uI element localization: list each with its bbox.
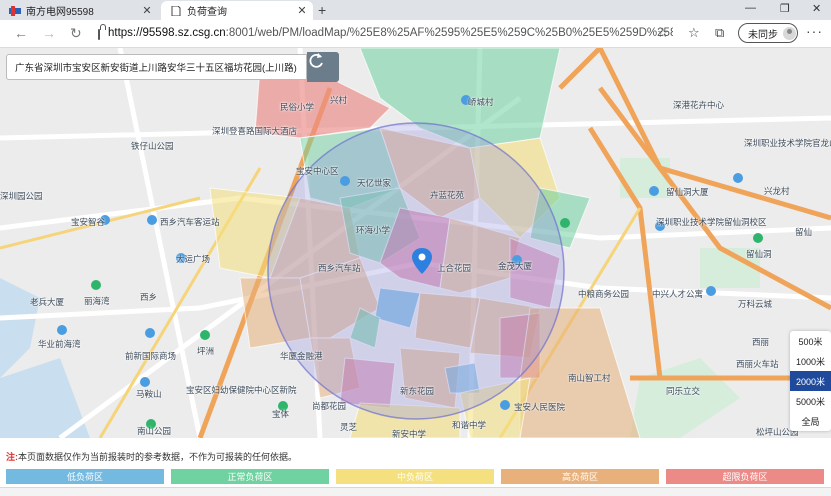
map-label: 和谐中学 bbox=[452, 420, 487, 430]
map-label: 南山公园 bbox=[137, 426, 172, 436]
map-label: 铁仔山公园 bbox=[131, 141, 174, 151]
map-label: 西乡汽车站 bbox=[318, 263, 361, 273]
map-label: 西丽火车站 bbox=[736, 359, 779, 369]
map-label: 宝安中心区 bbox=[296, 166, 339, 176]
map-label: 中粮商务公园 bbox=[578, 289, 630, 299]
map-label: 兴龙村 bbox=[764, 186, 790, 196]
address-bar-row: ← → ↻ https://95598.sz.csg.cn:8001/web/P… bbox=[0, 20, 831, 48]
scale-option-all[interactable]: 全局 bbox=[790, 411, 831, 431]
url-path: :8001/web/PM/loadMap/%25E8%25AF%2595%25E… bbox=[225, 27, 673, 39]
close-tab-icon[interactable]: ✕ bbox=[140, 4, 154, 17]
url-field[interactable]: https://95598.sz.csg.cn:8001/web/PM/load… bbox=[98, 23, 673, 43]
minimize-button[interactable]: — bbox=[745, 2, 756, 14]
tab-title: 南方电网95598 bbox=[26, 7, 94, 18]
site-favicon-icon bbox=[9, 5, 21, 16]
profile-label: 未同步 bbox=[748, 29, 778, 41]
forward-button[interactable]: → bbox=[42, 25, 56, 41]
address-search-input[interactable]: 广东省深圳市宝安区新安街道上川路安华三十五区福坊花园(上川路) bbox=[6, 54, 307, 80]
favorites-list-icon[interactable]: ☆ bbox=[688, 25, 700, 41]
map-label: 宝安人民医院 bbox=[514, 402, 566, 412]
map-label: 金茂大厦 bbox=[498, 261, 533, 271]
collections-icon[interactable]: ⧉ bbox=[715, 25, 724, 41]
map-label: 新安中学 bbox=[392, 429, 427, 438]
map-label: 华厦金融港 bbox=[280, 351, 323, 361]
map-label: 南山智工村 bbox=[568, 373, 611, 383]
note-prefix: 注: bbox=[6, 452, 18, 462]
load-map[interactable]: 民俗小学 兴村 峤城村 深港花卉中心 深圳登喜路国际大酒店 铁仔山公园 宝安中心… bbox=[0, 48, 831, 438]
map-label: 马鞍山 bbox=[136, 389, 162, 399]
map-label: 前新国际商场 bbox=[125, 351, 177, 361]
tab-95598[interactable]: 南方电网95598 ✕ bbox=[0, 1, 158, 20]
map-label: 新东花园 bbox=[400, 386, 435, 396]
disclaimer-note: 注:本页面数据仅作为当前报装时的参考数据，不作为可报装的任何依据。 bbox=[6, 450, 297, 463]
scale-option-500[interactable]: 500米 bbox=[790, 331, 831, 351]
map-label: 宝体 bbox=[272, 409, 290, 419]
map-label: 万科云城 bbox=[738, 299, 773, 309]
map-label: 深圳园公园 bbox=[0, 191, 43, 201]
map-label: 灵芝 bbox=[340, 422, 358, 432]
map-label: 西乡 bbox=[140, 292, 158, 302]
map-label: 留仙 bbox=[795, 227, 813, 237]
maximize-button[interactable]: ❐ bbox=[780, 2, 790, 15]
map-label: 留仙洞大厦 bbox=[666, 187, 709, 197]
legend-over-load: 超限负荷区 bbox=[666, 469, 824, 484]
map-label: 宝安智谷 bbox=[71, 217, 106, 227]
note-text: 本页面数据仅作为当前报装时的参考数据，不作为可报装的任何依据。 bbox=[18, 452, 298, 462]
legend-low-load: 低负荷区 bbox=[6, 469, 164, 484]
lock-icon bbox=[98, 23, 106, 40]
map-label: 丽海湾 bbox=[84, 296, 110, 306]
map-label: 民俗小学 bbox=[280, 102, 315, 112]
map-label: 西乡汽车客运站 bbox=[160, 217, 220, 227]
new-tab-button[interactable]: + bbox=[318, 2, 326, 18]
back-button[interactable]: ← bbox=[14, 25, 28, 41]
map-label: 同乐立交 bbox=[666, 386, 701, 396]
map-label: 坪洲 bbox=[197, 346, 215, 356]
map-label: 兴村 bbox=[330, 95, 348, 105]
map-label: 卉蓝花苑 bbox=[430, 190, 465, 200]
map-label: 宝安区妇幼保健院中心区新院 bbox=[186, 385, 297, 395]
legend-high-load: 高负荷区 bbox=[501, 469, 659, 484]
scale-selector: 500米 1000米 2000米 5000米 全局 bbox=[790, 331, 831, 431]
map-label: 天亿世家 bbox=[357, 178, 392, 188]
scale-option-2000[interactable]: 2000米 bbox=[790, 371, 831, 391]
map-label: 上合花园 bbox=[437, 263, 472, 273]
tab-title: 负荷查询 bbox=[187, 7, 227, 18]
page-icon bbox=[170, 5, 182, 16]
map-label: 环海小学 bbox=[356, 225, 391, 235]
map-label: 深圳职业技术学院留仙洞校区 bbox=[656, 217, 767, 227]
scale-option-5000[interactable]: 5000米 bbox=[790, 391, 831, 411]
refresh-button[interactable]: ↻ bbox=[70, 25, 82, 42]
map-label: 深港花卉中心 bbox=[673, 100, 725, 110]
map-label: 深圳登喜路国际大酒店 bbox=[212, 126, 298, 136]
map-label: 大运广场 bbox=[176, 254, 211, 264]
scale-option-1000[interactable]: 1000米 bbox=[790, 351, 831, 371]
browser-tab-strip: 南方电网95598 ✕ 负荷查询 ✕ + — ❐ ✕ bbox=[0, 0, 831, 20]
favorite-star-icon[interactable]: ☆ bbox=[657, 25, 669, 41]
close-window-button[interactable]: ✕ bbox=[812, 2, 821, 15]
search-reset-button[interactable] bbox=[307, 52, 339, 82]
url-host: https://95598.sz.csg.cn bbox=[108, 27, 226, 39]
profile-button[interactable]: 未同步 bbox=[738, 23, 798, 43]
map-label: 留仙洞 bbox=[746, 249, 772, 259]
close-tab-icon[interactable]: ✕ bbox=[295, 4, 309, 17]
map-label: 西丽 bbox=[752, 337, 770, 347]
legend-normal-load: 正常负荷区 bbox=[171, 469, 329, 484]
more-menu-button[interactable]: ··· bbox=[806, 23, 823, 39]
map-label: 深圳职业技术学院官龙山校区 bbox=[744, 138, 831, 148]
map-label: 老兵大厦 bbox=[30, 297, 65, 307]
refresh-icon bbox=[309, 53, 323, 68]
map-label: 峤城村 bbox=[468, 97, 494, 107]
map-label: 中兴人才公寓 bbox=[652, 289, 704, 299]
avatar-icon bbox=[783, 26, 796, 40]
legend-medium-load: 中负荷区 bbox=[336, 469, 494, 484]
map-label: 尚都花园 bbox=[312, 401, 347, 411]
tab-load-query[interactable]: 负荷查询 ✕ bbox=[161, 1, 313, 20]
map-label: 华业前海湾 bbox=[38, 339, 81, 349]
